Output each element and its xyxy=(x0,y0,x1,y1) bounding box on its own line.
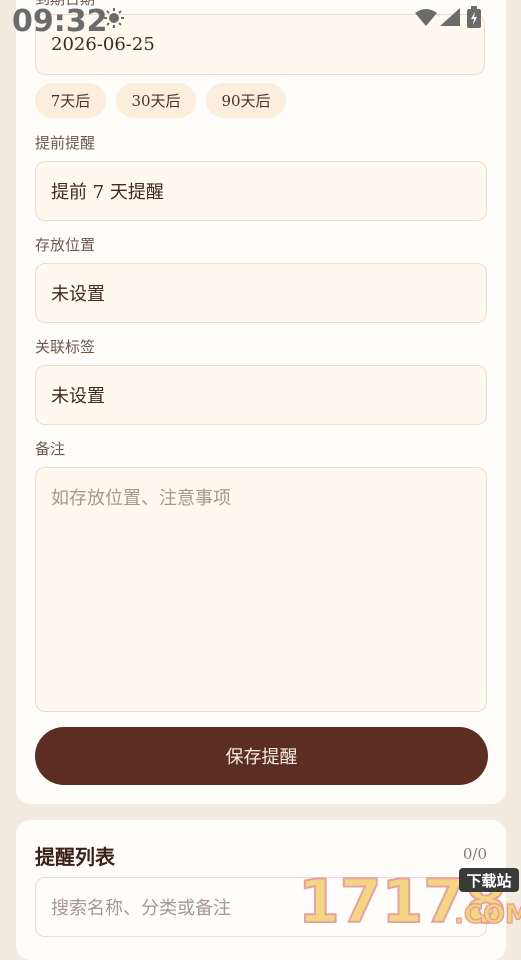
notes-placeholder: 如存放位置、注意事项 xyxy=(51,488,231,509)
reminder-select[interactable]: 提前 7 天提醒 xyxy=(35,161,487,221)
save-reminder-button[interactable]: 保存提醒 xyxy=(35,727,488,785)
reminder-list-title: 提醒列表 xyxy=(35,845,115,869)
reminder-label: 提前提醒 xyxy=(35,134,96,152)
chip-7-days[interactable]: 7天后 xyxy=(35,83,106,118)
notes-textarea[interactable]: 如存放位置、注意事项 xyxy=(35,467,487,712)
site-watermark-logo: 17178 下载站 .COM xyxy=(297,866,521,926)
status-bar: 09:32 xyxy=(0,0,521,40)
watermark-suffix: .COM xyxy=(454,900,521,926)
reminder-value: 提前 7 天提醒 xyxy=(51,182,164,203)
chip-90-days[interactable]: 90天后 xyxy=(206,83,286,118)
notes-label: 备注 xyxy=(35,440,66,458)
status-time: 09:32 xyxy=(12,4,108,39)
reminder-list-count: 0/0 xyxy=(462,845,487,863)
location-label: 存放位置 xyxy=(35,236,96,254)
wifi-icon xyxy=(415,9,437,26)
signal-icon xyxy=(440,8,460,26)
location-select[interactable]: 未设置 xyxy=(35,263,487,323)
watermark-tag: 下载站 xyxy=(466,872,511,890)
location-value: 未设置 xyxy=(51,284,105,305)
search-placeholder: 搜索名称、分类或备注 xyxy=(51,898,231,919)
tags-label: 关联标签 xyxy=(35,338,96,356)
brightness-icon xyxy=(104,8,124,28)
chip-30-days[interactable]: 30天后 xyxy=(116,83,196,118)
tags-value: 未设置 xyxy=(51,386,105,407)
battery-icon xyxy=(467,6,481,28)
tags-select[interactable]: 未设置 xyxy=(35,365,487,425)
